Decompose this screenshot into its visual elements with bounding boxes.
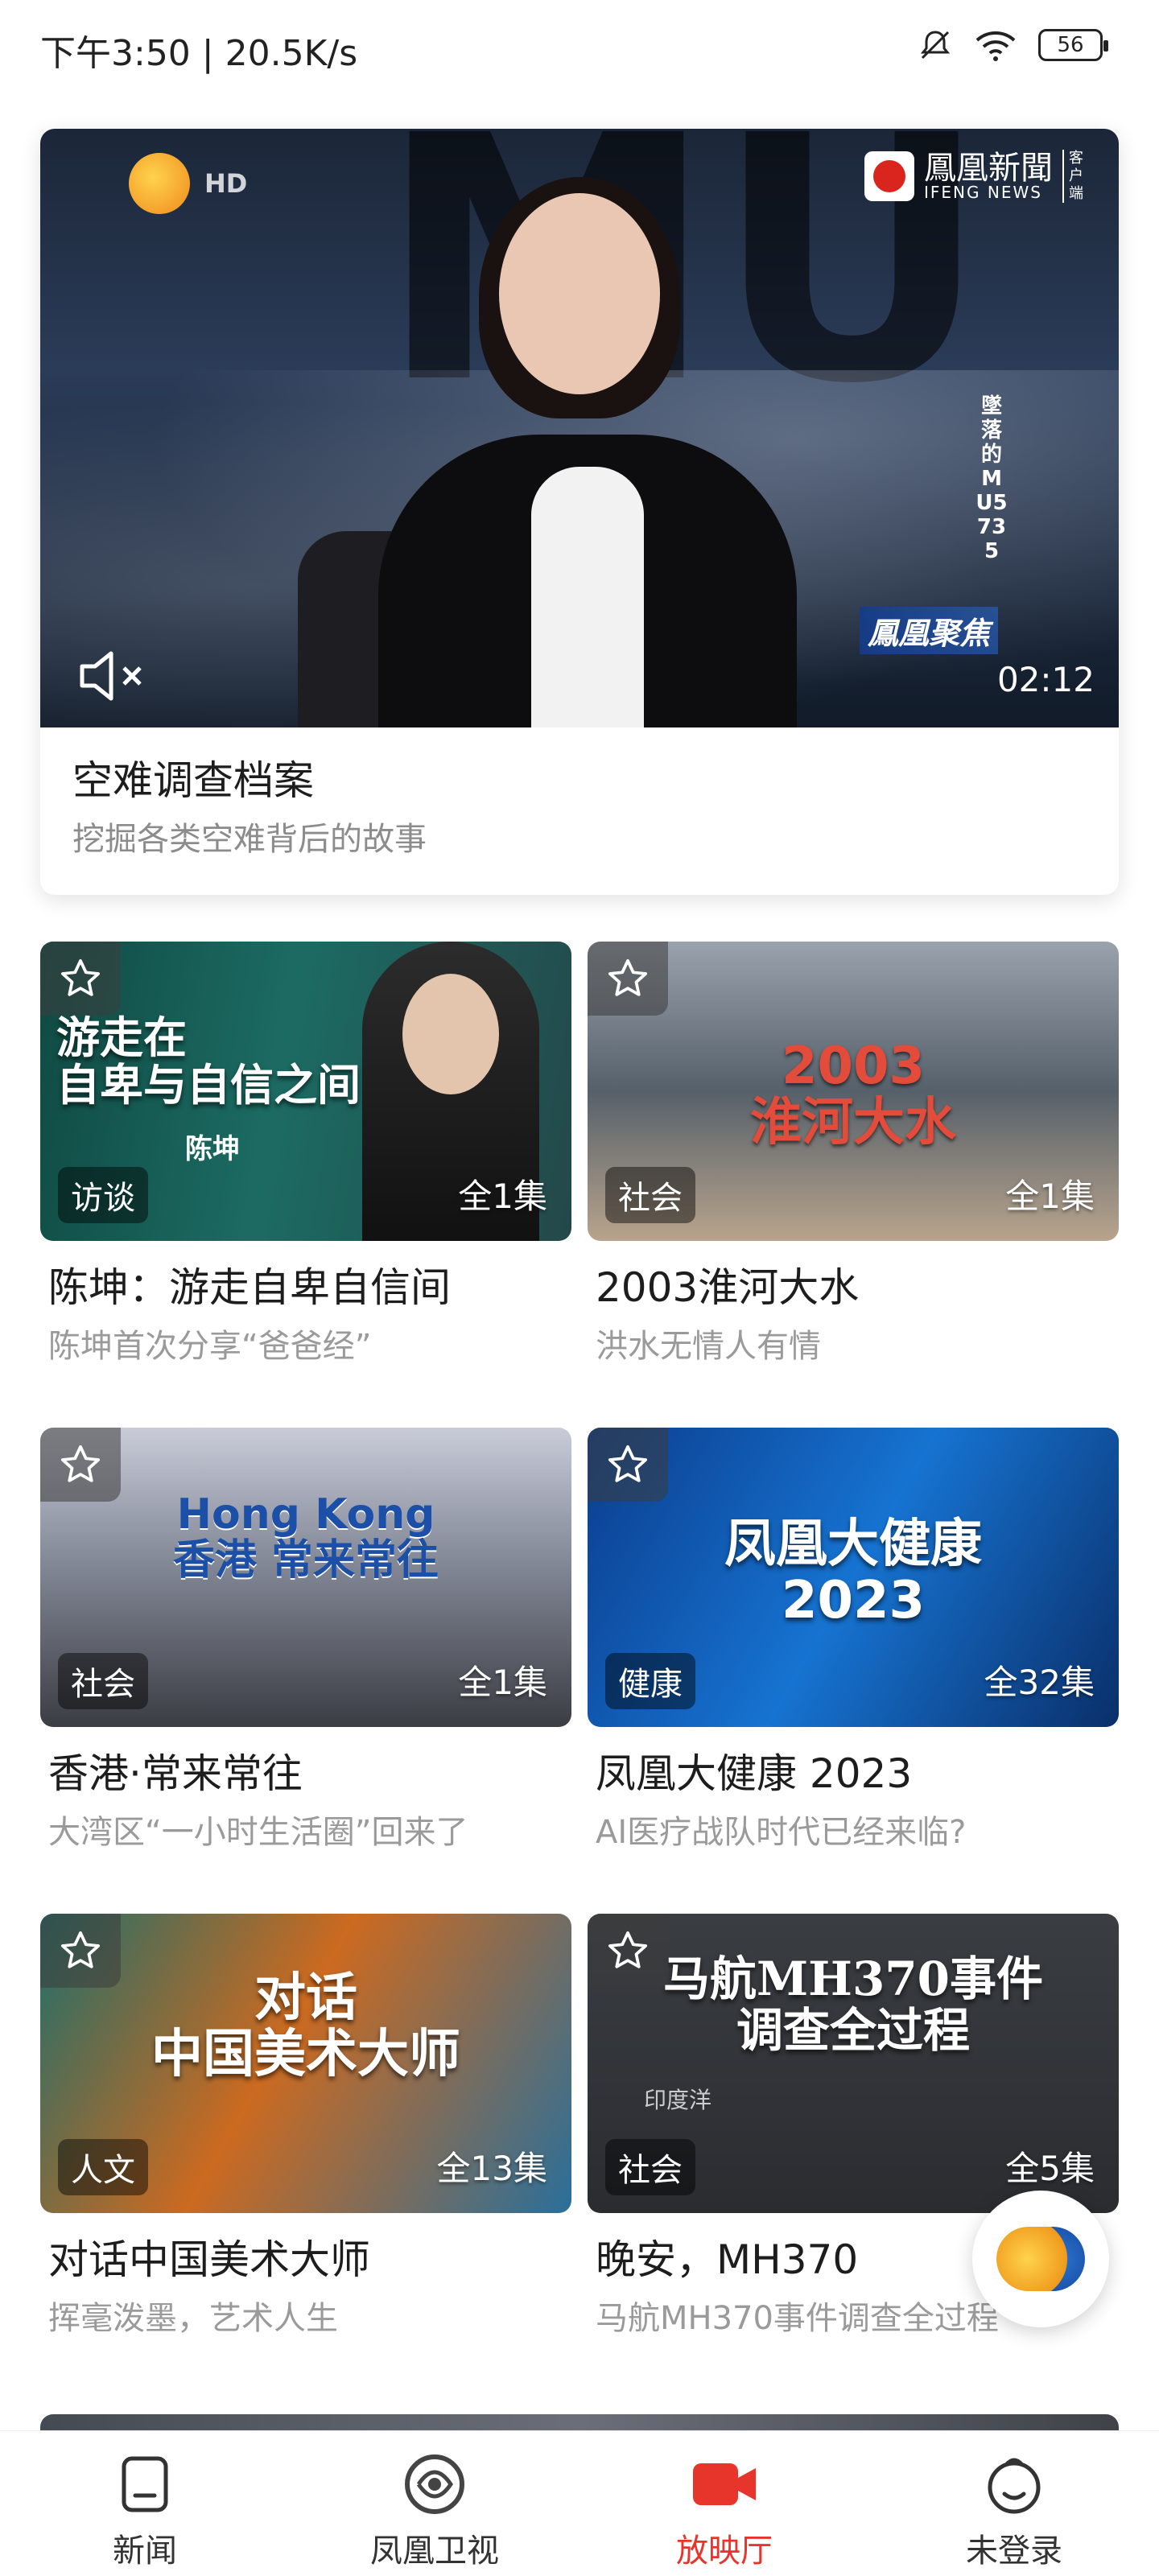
episode-count: 全13集 — [436, 2149, 547, 2188]
phoenix-hd-logo: HD — [129, 153, 247, 214]
episode-count: 全1集 — [1005, 1177, 1095, 1216]
ifeng-news-logo: 鳳凰新聞 IFENG NEWS 客户端 — [864, 150, 1087, 203]
nav-phoenix-tv[interactable]: 凤凰卫视 — [290, 2431, 580, 2576]
ifeng-mark-icon — [864, 151, 914, 201]
status-bar: 下午3:50 | 20.5K/s 56 — [0, 0, 1159, 105]
phoenix-logo-icon — [996, 2227, 1085, 2291]
category-badge: 访谈 — [58, 1167, 148, 1223]
program-card[interactable]: Hong Kong 香港 常来常往 社会 全1集 香港·常来常往 大湾区“一小时生… — [40, 1428, 571, 1862]
wifi-icon — [975, 31, 1016, 61]
video-camera-icon — [693, 2463, 756, 2505]
program-title[interactable]: 晚安，MH370 — [596, 2228, 858, 2285]
anchor-face — [499, 193, 660, 394]
star-icon — [608, 1445, 648, 1482]
program-thumbnail[interactable]: 马航MH370事件 调查全过程 印度洋 社会 全5集 — [588, 1914, 1119, 2213]
favorite-button[interactable] — [40, 1914, 121, 1988]
program-title[interactable]: 2003淮河大水 — [596, 1255, 859, 1313]
star-icon — [60, 1931, 101, 1968]
category-badge: 社会 — [58, 1653, 148, 1709]
news-icon — [122, 2456, 168, 2512]
program-thumbnail[interactable]: 2003 淮河大水 社会 全1集 — [588, 942, 1119, 1241]
bottom-navigation: 新闻 凤凰卫视 放映厅 未登录 — [0, 2430, 1159, 2576]
favorite-button[interactable] — [588, 1428, 668, 1502]
program-subtitle: 挥毫泼墨，艺术人生 — [48, 2300, 338, 2337]
program-title[interactable]: 凤凰大健康 2023 — [596, 1741, 912, 1799]
program-title[interactable]: 陈坤：游走自卑自信间 — [48, 1255, 451, 1313]
category-badge: 健康 — [605, 1653, 695, 1709]
anchor-shirt — [531, 467, 644, 727]
episode-count: 全1集 — [458, 1663, 547, 1702]
program-title[interactable]: 对话中国美术大师 — [48, 2228, 370, 2285]
phoenix-logo-icon — [129, 153, 190, 214]
program-subtitle: 马航MH370事件调查全过程 — [596, 2300, 999, 2337]
featured-card[interactable]: MU HD 鳳凰新聞 IFENG NEWS 客户端 墜落的MU5735 鳳凰聚焦 — [40, 129, 1119, 895]
favorite-button[interactable] — [40, 942, 121, 1016]
nav-news[interactable]: 新闻 — [0, 2431, 290, 2576]
featured-subtitle: 挖掘各类空难背后的故事 — [72, 821, 427, 858]
mute-button[interactable] — [76, 644, 156, 708]
star-icon — [608, 1931, 648, 1968]
program-thumbnail[interactable]: Hong Kong 香港 常来常往 社会 全1集 — [40, 1428, 571, 1727]
program-card[interactable]: 对话 中国美术大师 人文 全13集 对话中国美术大师 挥毫泼墨，艺术人生 — [40, 1914, 571, 2348]
program-subtitle: 大湾区“一小时生活圈”回来了 — [48, 1814, 468, 1851]
program-subtitle: AI医疗战队时代已经来临? — [596, 1814, 967, 1851]
favorite-button[interactable] — [588, 942, 668, 1016]
program-subtitle: 陈坤首次分享“爸爸经” — [48, 1328, 372, 1365]
nav-profile[interactable]: 未登录 — [869, 2431, 1159, 2576]
profile-icon — [988, 2458, 1041, 2514]
episode-count: 全1集 — [458, 1177, 547, 1216]
program-thumbnail[interactable]: 凤凰大健康 2023 健康 全32集 — [588, 1428, 1119, 1727]
favorite-button[interactable] — [40, 1428, 121, 1502]
star-icon — [60, 1445, 101, 1482]
program-thumbnail[interactable]: 游走在 自卑与自信之间 陈坤 访谈 全1集 — [40, 942, 571, 1241]
episode-count: 全32集 — [984, 1663, 1095, 1702]
favorite-button[interactable] — [588, 1914, 668, 1988]
program-card[interactable]: 2003 淮河大水 社会 全1集 2003淮河大水 洪水无情人有情 — [588, 942, 1119, 1376]
status-icons: 56 — [918, 27, 1108, 63]
program-subtitle: 洪水无情人有情 — [596, 1328, 821, 1365]
phoenix-tv-icon — [405, 2454, 464, 2514]
featured-title[interactable]: 空难调查档案 — [72, 748, 314, 806]
program-tag: 鳳凰聚焦 — [859, 607, 998, 654]
video-duration: 02:12 — [996, 660, 1095, 699]
category-badge: 社会 — [605, 2139, 695, 2195]
star-icon — [608, 958, 648, 996]
program-card[interactable]: 游走在 自卑与自信之间 陈坤 访谈 全1集 陈坤：游走自卑自信间 陈坤首次分享“爸… — [40, 942, 571, 1376]
program-thumbnail[interactable]: 对话 中国美术大师 人文 全13集 — [40, 1914, 571, 2213]
phoenix-floating-button[interactable] — [972, 2191, 1109, 2327]
speaker-muted-icon — [80, 651, 142, 701]
featured-video-player[interactable]: MU HD 鳳凰新聞 IFENG NEWS 客户端 墜落的MU5735 鳳凰聚焦 — [40, 129, 1119, 727]
nav-screening-hall[interactable]: 放映厅 — [580, 2431, 869, 2576]
category-badge: 社会 — [605, 1167, 695, 1223]
program-title[interactable]: 香港·常来常往 — [48, 1741, 303, 1799]
battery-indicator: 56 — [1038, 29, 1108, 61]
program-card[interactable]: 凤凰大健康 2023 健康 全32集 凤凰大健康 2023 AI医疗战队时代已经来… — [588, 1428, 1119, 1862]
status-time: 下午3:50 | 20.5K/s — [40, 33, 358, 74]
vertical-caption: 墜落的MU5735 — [975, 394, 1008, 563]
mute-bell-icon — [920, 31, 951, 60]
category-badge: 人文 — [58, 2139, 148, 2195]
episode-count: 全5集 — [1005, 2149, 1095, 2188]
star-icon — [60, 958, 101, 996]
